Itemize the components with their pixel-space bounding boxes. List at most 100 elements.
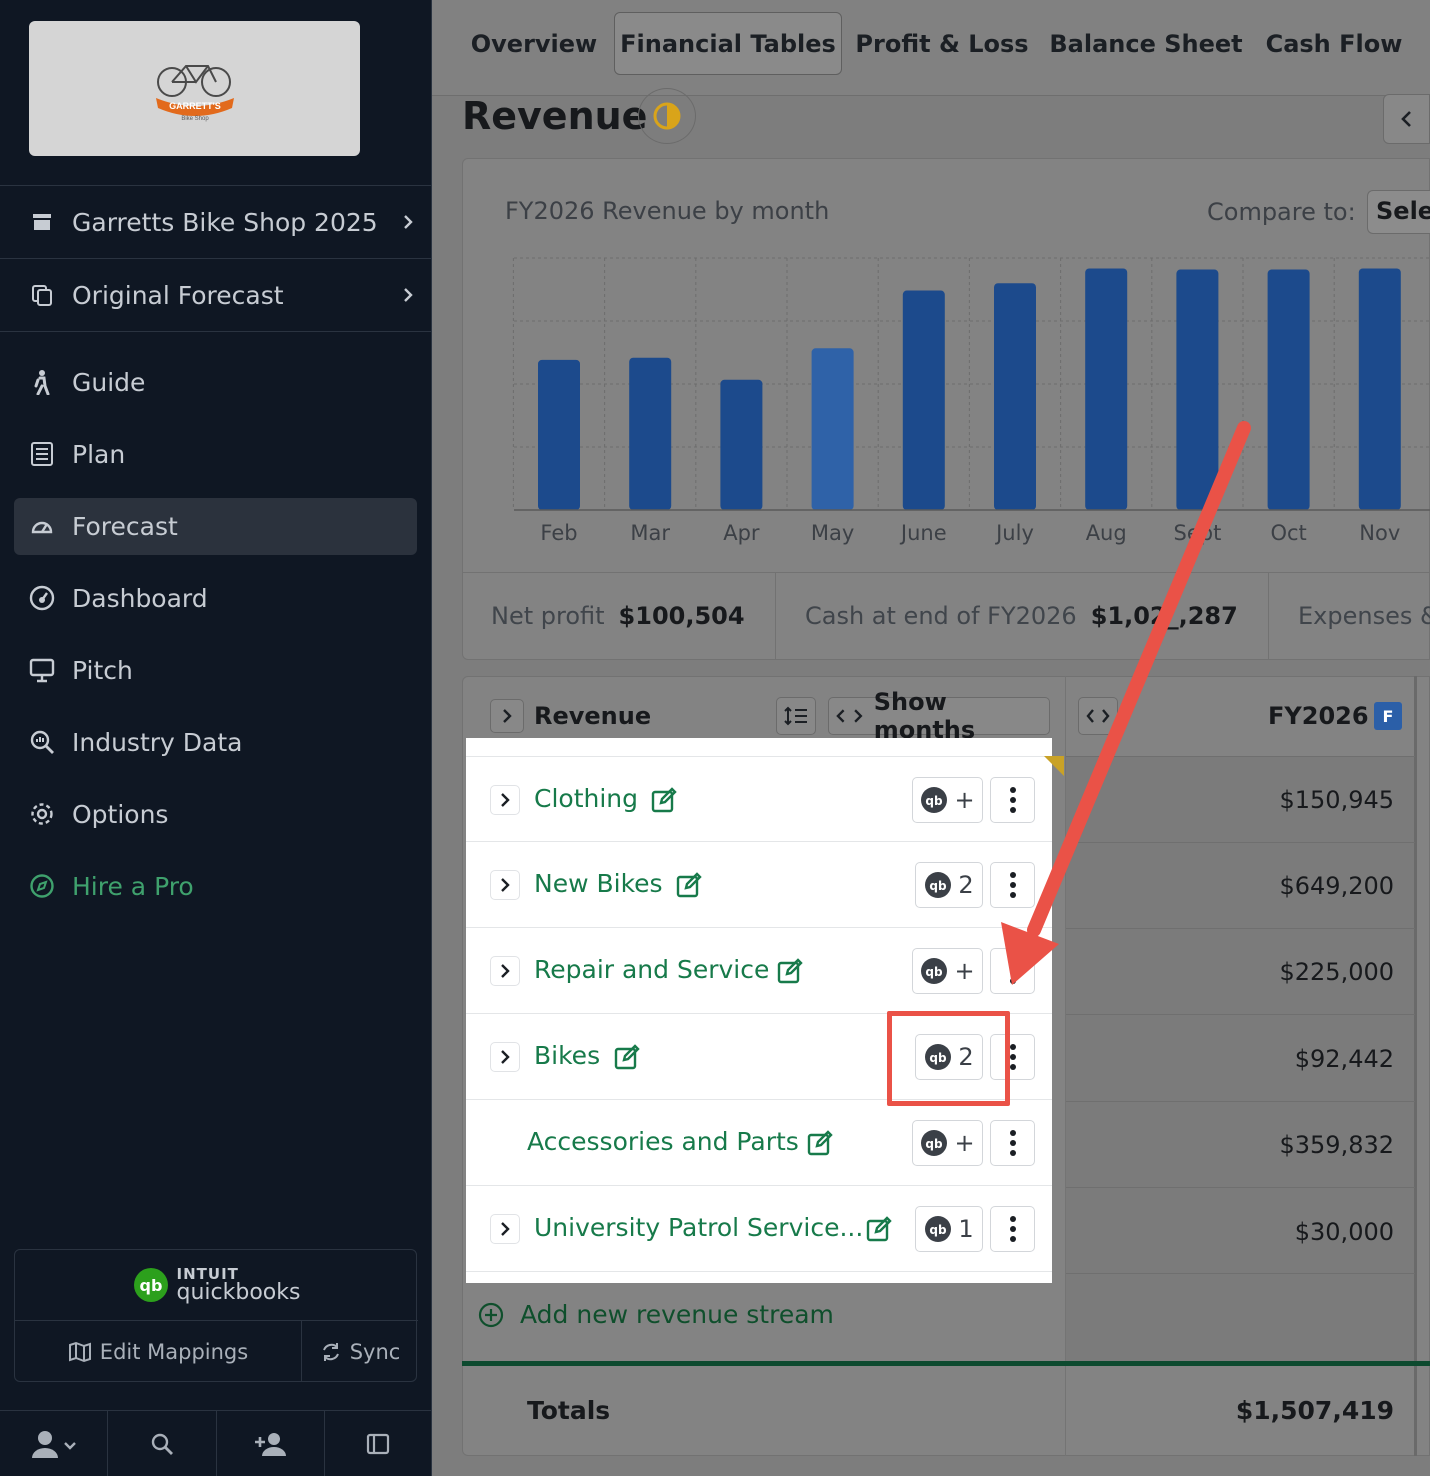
amount-repair[interactable]: $225,000 — [1279, 958, 1394, 986]
chart-bar-feb[interactable] — [538, 359, 580, 510]
nav-plan[interactable]: Plan — [0, 418, 432, 490]
stream-name[interactable]: Bikes — [534, 1041, 600, 1070]
amount-new-bikes[interactable]: $649,200 — [1279, 872, 1394, 900]
nav-pitch[interactable]: Pitch — [0, 634, 432, 706]
chart-bar-nov[interactable] — [1358, 268, 1401, 511]
expand-row-button[interactable] — [490, 1214, 520, 1244]
sync-button[interactable]: Sync — [302, 1321, 418, 1383]
more-options-button[interactable] — [990, 1206, 1035, 1252]
table-row[interactable]: University Patrol Service... qb 1 — [466, 1186, 1052, 1272]
edit-icon[interactable] — [807, 1130, 833, 1156]
user-menu-button[interactable] — [0, 1411, 109, 1476]
scrollbar[interactable] — [1414, 676, 1417, 1456]
expand-row-button[interactable] — [490, 956, 520, 986]
nav-hire-a-pro[interactable]: Hire a Pro — [0, 850, 432, 922]
stream-name[interactable]: Repair and Service — [534, 955, 769, 984]
collapse-panel-button[interactable] — [1383, 94, 1430, 144]
table-row[interactable]: Accessories and Parts qb + — [466, 1100, 1052, 1186]
kpi-value: $1,02_,287 — [1090, 602, 1238, 630]
svg-text:qb: qb — [926, 965, 944, 979]
x-tick-label: Apr — [723, 521, 760, 545]
edit-icon[interactable] — [614, 1044, 640, 1070]
company-selector[interactable]: Garretts Bike Shop 2025 — [0, 186, 432, 258]
table-row[interactable]: Repair and Service qb + — [466, 928, 1052, 1014]
search-button[interactable] — [108, 1411, 217, 1476]
edit-icon[interactable] — [777, 958, 803, 984]
x-tick-label: Oct — [1270, 521, 1306, 545]
add-user-button[interactable] — [217, 1411, 325, 1476]
amount-clothing[interactable]: $150,945 — [1279, 786, 1394, 814]
search-icon — [151, 1433, 173, 1455]
kebab-menu-icon — [1009, 872, 1016, 898]
expand-all-button[interactable] — [490, 699, 524, 733]
more-options-button[interactable] — [990, 777, 1035, 823]
chevron-right-icon — [501, 1222, 510, 1236]
user-icon — [31, 1430, 76, 1458]
chart-bar-aug[interactable] — [1085, 268, 1128, 511]
edit-mappings-button[interactable]: Edit Mappings — [15, 1321, 301, 1383]
chevron-right-icon — [501, 964, 510, 978]
table-row[interactable]: New Bikes qb 2 — [466, 842, 1052, 928]
kebab-menu-icon — [1009, 1044, 1016, 1070]
add-user-icon — [255, 1432, 287, 1456]
compare-select[interactable]: Sele — [1367, 190, 1430, 234]
edit-icon[interactable] — [866, 1216, 892, 1242]
note-indicator — [1044, 756, 1064, 776]
status-badge[interactable] — [638, 88, 696, 144]
quickbooks-logo: qb INTUIT quickbooks — [15, 1250, 418, 1320]
stream-name[interactable]: New Bikes — [534, 869, 663, 898]
company-logo[interactable]: GARRETT'S Bike Shop — [29, 21, 360, 156]
nav-guide[interactable]: Guide — [0, 346, 432, 418]
toggle-sidebar-button[interactable] — [325, 1411, 432, 1476]
row-divider — [1066, 1187, 1415, 1188]
chevron-left-icon — [1400, 111, 1411, 127]
more-options-button[interactable] — [990, 862, 1035, 908]
chart-bar-july[interactable] — [994, 283, 1036, 510]
chart-bar-sept[interactable] — [1176, 269, 1219, 510]
amount-bikes[interactable]: $92,442 — [1295, 1045, 1394, 1073]
expand-row-button[interactable] — [490, 1042, 520, 1072]
tab-cash-flow[interactable]: Cash Flow — [1258, 12, 1410, 75]
edit-icon[interactable] — [651, 787, 677, 813]
chevron-right-icon — [501, 793, 510, 807]
more-options-button[interactable] — [990, 1120, 1035, 1166]
chart-bar-apr[interactable] — [720, 379, 763, 510]
chart-bar-mar[interactable] — [629, 357, 672, 510]
nav-forecast[interactable]: Forecast — [0, 490, 432, 562]
quickbooks-link-chip[interactable]: qb + — [912, 777, 983, 823]
kpi-label: Expenses & — [1298, 602, 1430, 630]
nav-industry-data[interactable]: Industry Data — [0, 706, 432, 778]
chart-bar-oct[interactable] — [1267, 269, 1310, 510]
expand-row-button[interactable] — [490, 785, 520, 815]
tab-balance-sheet[interactable]: Balance Sheet — [1046, 12, 1246, 75]
sort-lines-icon — [784, 706, 807, 726]
quickbooks-link-chip[interactable]: qb 1 — [915, 1206, 983, 1252]
tab-profit-loss[interactable]: Profit & Loss — [852, 12, 1032, 75]
sort-button[interactable] — [776, 697, 816, 735]
expand-row-button[interactable] — [490, 870, 520, 900]
tab-financial-tables[interactable]: Financial Tables — [614, 12, 842, 75]
quickbooks-link-chip[interactable]: qb + — [912, 1120, 983, 1166]
amount-university[interactable]: $30,000 — [1295, 1218, 1394, 1246]
stream-name[interactable]: University Patrol Service... — [534, 1213, 863, 1242]
add-revenue-stream-button[interactable]: Add new revenue stream — [478, 1300, 834, 1329]
divider — [0, 331, 432, 332]
row-divider — [1066, 842, 1415, 843]
tab-overview[interactable]: Overview — [462, 12, 606, 75]
scenario-selector[interactable]: Original Forecast — [0, 259, 432, 331]
stream-name[interactable]: Accessories and Parts — [527, 1127, 799, 1156]
table-row[interactable]: Clothing qb + — [466, 756, 1052, 842]
chart-bar-may[interactable] — [811, 348, 854, 510]
nav-options[interactable]: Options — [0, 778, 432, 850]
scroll-columns-button[interactable] — [1078, 697, 1118, 735]
more-options-button[interactable] — [990, 948, 1035, 994]
stream-name[interactable]: Clothing — [534, 784, 638, 813]
quickbooks-link-chip[interactable]: qb 2 — [915, 862, 983, 908]
chart-bar-june[interactable] — [902, 290, 945, 510]
edit-icon[interactable] — [676, 872, 702, 898]
svg-text:qb: qb — [926, 794, 944, 808]
quickbooks-link-chip[interactable]: qb + — [912, 948, 983, 994]
show-months-button[interactable]: Show months — [828, 688, 1050, 744]
nav-dashboard[interactable]: Dashboard — [0, 562, 432, 634]
amount-accessories[interactable]: $359,832 — [1279, 1131, 1394, 1159]
